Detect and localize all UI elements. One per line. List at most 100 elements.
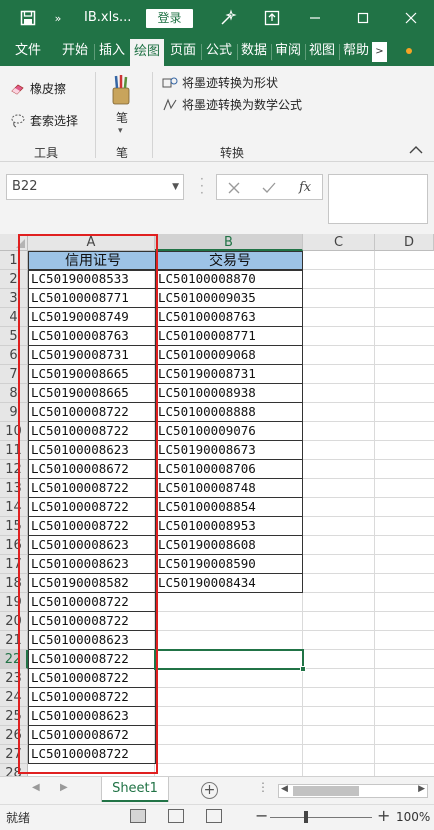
cell-b10[interactable]: LC50100009076 [155, 421, 303, 441]
row-header-11[interactable]: 11 [0, 441, 28, 460]
minimize-button[interactable] [300, 0, 330, 36]
fill-handle[interactable] [300, 666, 306, 672]
worksheet-grid[interactable]: A B C D 1 2 3 4 5 6 7 8 9 10 11 12 13 14 15 16 17 18 19 20 2… [0, 234, 434, 776]
scroll-sheets-right-button[interactable]: ▶ [60, 782, 68, 793]
cell-b15[interactable]: LC50100008953 [155, 516, 303, 536]
row-header-9[interactable]: 9 [0, 403, 28, 422]
row-header-15[interactable]: 15 [0, 517, 28, 536]
row-header-28[interactable]: 28 [0, 764, 28, 776]
cell-a12[interactable]: LC50100008672 [28, 459, 156, 479]
cell-a11[interactable]: LC50100008623 [28, 440, 156, 460]
cell-a25[interactable]: LC50100008623 [28, 706, 156, 726]
row-header-17[interactable]: 17 [0, 555, 28, 574]
row-header-5[interactable]: 5 [0, 327, 28, 346]
tab-scroll-right-button[interactable]: > [372, 42, 387, 62]
formula-input[interactable] [328, 174, 428, 224]
row-header-1[interactable]: 1 [0, 251, 28, 270]
row-header-13[interactable]: 13 [0, 479, 28, 498]
cell-b2[interactable]: LC50100008870 [155, 269, 303, 289]
cell-b16[interactable]: LC50190008608 [155, 535, 303, 555]
cell-b4[interactable]: LC50100008763 [155, 307, 303, 327]
horizontal-scrollbar[interactable]: ◀ ▶ [278, 784, 428, 798]
cell-a2[interactable]: LC50190008533 [28, 269, 156, 289]
tab-draw[interactable]: 绘图 [130, 39, 164, 66]
tab-file[interactable]: 文件 [4, 36, 52, 66]
row-header-18[interactable]: 18 [0, 574, 28, 593]
select-all-button[interactable] [0, 234, 28, 251]
zoom-out-button[interactable]: − [255, 806, 268, 825]
cell-a10[interactable]: LC50100008722 [28, 421, 156, 441]
normal-view-button[interactable] [130, 809, 146, 823]
row-header-4[interactable]: 4 [0, 308, 28, 327]
collapse-ribbon-button[interactable] [408, 144, 426, 158]
magic-pen-button[interactable] [214, 0, 242, 36]
cell-b7[interactable]: LC50190008731 [155, 364, 303, 384]
row-header-14[interactable]: 14 [0, 498, 28, 517]
row-header-3[interactable]: 3 [0, 289, 28, 308]
row-header-22[interactable]: 22 [0, 650, 28, 669]
scrollbar-thumb[interactable] [293, 786, 359, 796]
cell-b11[interactable]: LC50190008673 [155, 440, 303, 460]
column-header-a[interactable]: A [28, 234, 155, 251]
row-header-6[interactable]: 6 [0, 346, 28, 365]
page-layout-view-button[interactable] [168, 809, 184, 823]
sheet-tab-sheet1[interactable]: Sheet1 [102, 777, 168, 802]
row-header-12[interactable]: 12 [0, 460, 28, 479]
row-header-7[interactable]: 7 [0, 365, 28, 384]
row-header-8[interactable]: 8 [0, 384, 28, 403]
insert-function-button[interactable]: fx [299, 178, 311, 198]
page-break-view-button[interactable] [206, 809, 222, 823]
cell-a5[interactable]: LC50100008763 [28, 326, 156, 346]
scroll-right-icon[interactable]: ▶ [418, 784, 425, 794]
cell-a15[interactable]: LC50100008722 [28, 516, 156, 536]
name-box[interactable]: B22 ▼ [6, 174, 184, 200]
row-header-27[interactable]: 27 [0, 745, 28, 764]
cell-a14[interactable]: LC50100008722 [28, 497, 156, 517]
cell-a19[interactable]: LC50100008722 [28, 592, 156, 612]
cell-a1[interactable]: 信用证号 [28, 251, 156, 271]
row-header-19[interactable]: 19 [0, 593, 28, 612]
column-header-c[interactable]: C [303, 234, 375, 251]
formula-bar-grip-icon[interactable]: · · · [200, 173, 206, 199]
column-header-d[interactable]: D [375, 234, 434, 251]
maximize-button[interactable] [348, 0, 378, 36]
row-header-2[interactable]: 2 [0, 270, 28, 289]
cell-b13[interactable]: LC50100008748 [155, 478, 303, 498]
enter-formula-button[interactable] [261, 178, 277, 198]
cell-a16[interactable]: LC50100008623 [28, 535, 156, 555]
save-button[interactable] [14, 0, 42, 36]
cell-a22[interactable]: LC50100008722 [28, 649, 156, 669]
cell-a7[interactable]: LC50190008665 [28, 364, 156, 384]
ink-to-shape-button[interactable]: 将墨迹转换为形状 [162, 74, 278, 91]
cell-a26[interactable]: LC50100008672 [28, 725, 156, 745]
cell-b18[interactable]: LC50190008434 [155, 573, 303, 593]
cell-b3[interactable]: LC50100009035 [155, 288, 303, 308]
tab-review[interactable]: 审阅 [272, 36, 304, 66]
zoom-in-button[interactable]: + [377, 806, 390, 825]
cell-b17[interactable]: LC50190008590 [155, 554, 303, 574]
pen-dropdown-icon[interactable]: ▾ [118, 126, 123, 136]
cell-a13[interactable]: LC50100008722 [28, 478, 156, 498]
tab-split-grip-icon[interactable]: ⋮ [257, 781, 269, 793]
eraser-button[interactable]: 橡皮擦 [10, 80, 66, 97]
cell-b12[interactable]: LC50100008706 [155, 459, 303, 479]
tab-view[interactable]: 视图 [306, 36, 338, 66]
row-header-16[interactable]: 16 [0, 536, 28, 555]
more-commands-button[interactable]: » [48, 0, 68, 36]
cell-b5[interactable]: LC50100008771 [155, 326, 303, 346]
tab-data[interactable]: 数据 [238, 36, 270, 66]
cell-a3[interactable]: LC50100008771 [28, 288, 156, 308]
zoom-slider[interactable] [270, 817, 372, 818]
cell-b8[interactable]: LC50100008938 [155, 383, 303, 403]
cell-a8[interactable]: LC50190008665 [28, 383, 156, 403]
cell-b14[interactable]: LC50100008854 [155, 497, 303, 517]
cell-a23[interactable]: LC50100008722 [28, 668, 156, 688]
ribbon-display-options-button[interactable] [258, 0, 286, 36]
row-header-21[interactable]: 21 [0, 631, 28, 650]
chevron-down-icon[interactable]: ▼ [172, 175, 179, 199]
cell-a21[interactable]: LC50100008623 [28, 630, 156, 650]
row-header-20[interactable]: 20 [0, 612, 28, 631]
login-button[interactable]: 登录 [146, 9, 193, 28]
row-header-26[interactable]: 26 [0, 726, 28, 745]
cell-b6[interactable]: LC50100009068 [155, 345, 303, 365]
